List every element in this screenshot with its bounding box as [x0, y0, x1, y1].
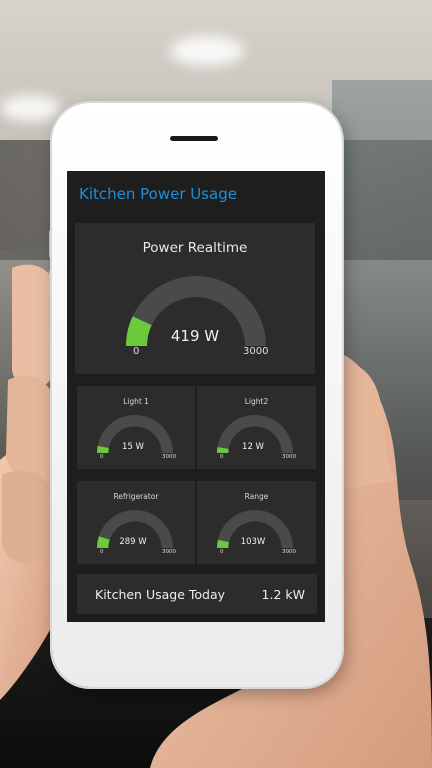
main-gauge-value: 419 W [170, 327, 220, 345]
gauge-title: Range [244, 492, 269, 501]
usage-today-bar: Kitchen Usage Today 1.2 kW [77, 574, 317, 614]
main-gauge-min: 0 [133, 346, 140, 357]
gauge-title: Refrigerator [113, 492, 159, 501]
app-title: Kitchen Power Usage [79, 185, 237, 203]
gauge-min: 0 [220, 454, 224, 460]
ceiling-light [0, 95, 60, 121]
gauge-min: 0 [100, 454, 104, 460]
gauge-max: 3000 [282, 549, 296, 555]
gauge-value: 289 W [119, 537, 147, 547]
main-gauge-card: Power Realtime 419 W 0 3000 [75, 223, 315, 374]
phone-speaker [170, 136, 218, 141]
gauge-title: Light 1 [123, 397, 149, 406]
gauge-title: Light2 [244, 397, 269, 406]
gauge-max: 3000 [282, 454, 296, 460]
gauge-min: 0 [100, 549, 104, 555]
gauge-value: 103W [240, 537, 266, 547]
main-gauge-title: Power Realtime [142, 240, 248, 256]
gauge-card-light-1: Light 1 15 W 0 3000 [77, 386, 195, 469]
ceiling-light [170, 36, 244, 66]
gauge-max: 3000 [162, 549, 176, 555]
gauge-card-refrigerator: Refrigerator 289 W 0 3000 [77, 481, 195, 564]
gauge-value: 12 W [242, 442, 264, 452]
gauge-value: 15 W [122, 442, 144, 452]
gauge-min: 0 [220, 549, 224, 555]
usage-today-label: Kitchen Usage Today [95, 587, 226, 602]
usage-today-value: 1.2 kW [261, 587, 305, 602]
gauge-card-range: Range 103W 0 3000 [197, 481, 316, 564]
app-screen: Kitchen Power Usage Power Realtime 419 W… [67, 171, 325, 622]
gauge-max: 3000 [162, 454, 176, 460]
gauge-card-light2: Light2 12 W 0 3000 [197, 386, 316, 469]
main-gauge-max: 3000 [243, 346, 269, 357]
